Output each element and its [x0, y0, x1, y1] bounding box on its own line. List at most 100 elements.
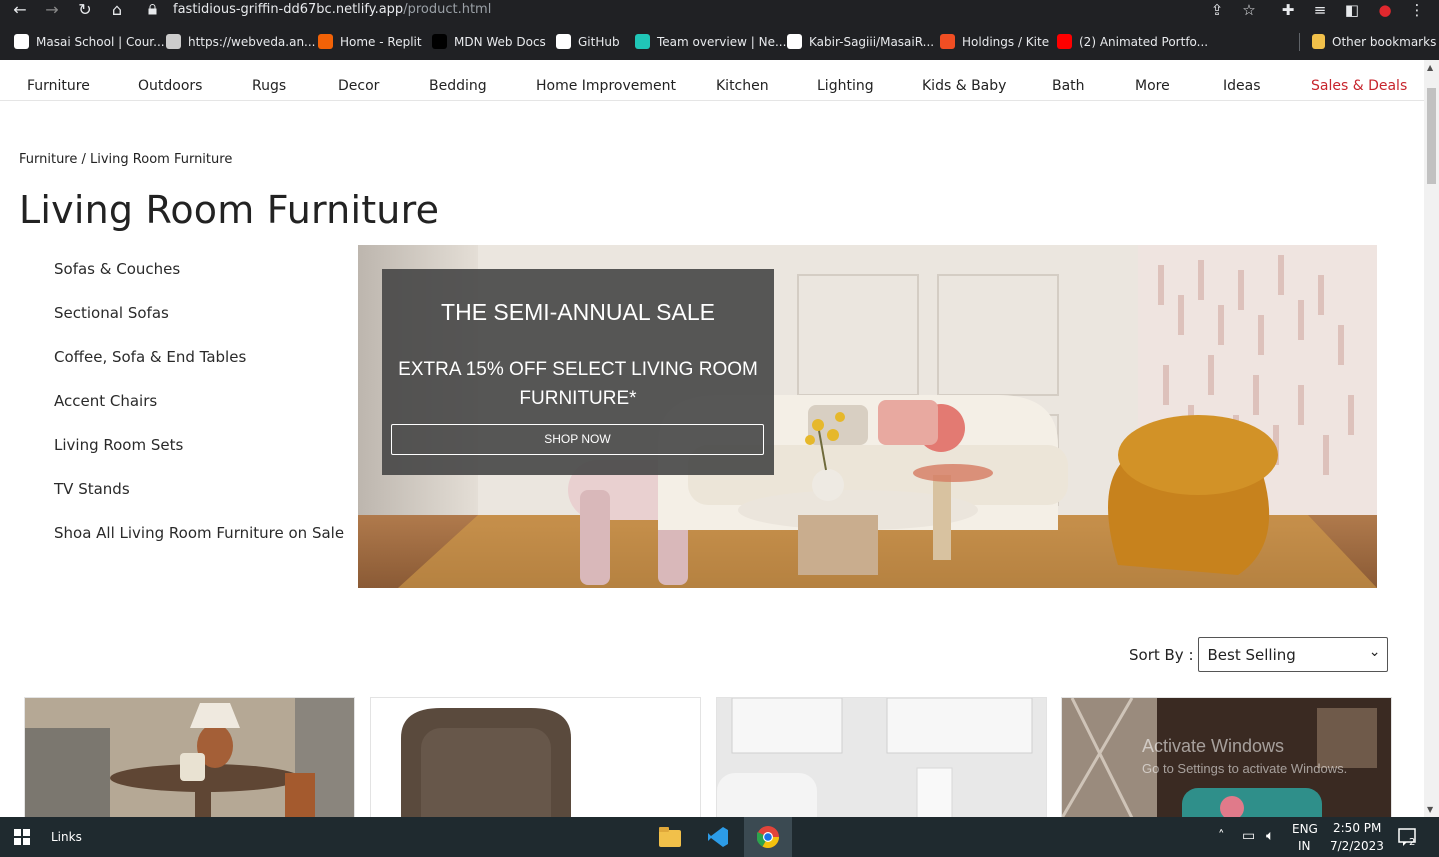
nav-item-more[interactable]: More	[1135, 78, 1170, 94]
links-toolbar-label[interactable]: Links	[51, 830, 82, 844]
scrollbar-thumb[interactable]	[1427, 88, 1436, 184]
scroll-down-arrow-icon[interactable]: ▼	[1427, 805, 1433, 814]
category-link[interactable]: Shoa All Living Room Furniture on Sale	[54, 524, 344, 542]
windows-taskbar: Links ˄ ▭ 🔈︎ ENG IN 2:50 PM 7/2/2023 2	[0, 817, 1439, 857]
scroll-up-arrow-icon[interactable]: ▲	[1427, 63, 1433, 72]
product-image	[371, 698, 700, 817]
product-card[interactable]	[370, 697, 701, 817]
bookmark-favicon-icon	[318, 34, 333, 49]
other-bookmarks-label: Other bookmarks	[1332, 34, 1437, 49]
bookmark-label: GitHub	[578, 34, 620, 49]
nav-item-furniture[interactable]: Furniture	[27, 78, 90, 94]
bookmark-item[interactable]: Kabir-Sagiii/MasaiR...	[787, 34, 934, 49]
sort-select[interactable]: Best Selling ⌄	[1197, 637, 1388, 672]
nav-item-bedding[interactable]: Bedding	[429, 78, 487, 94]
nav-item-kitchen[interactable]: Kitchen	[716, 78, 769, 94]
menu-icon[interactable]: ⋮	[1406, 1, 1428, 19]
nav-item-outdoors[interactable]: Outdoors	[138, 78, 202, 94]
page-scrollbar[interactable]: ▲ ▼	[1424, 60, 1439, 817]
other-bookmarks[interactable]: Other bookmarks	[1312, 34, 1436, 49]
category-link[interactable]: TV Stands	[54, 480, 130, 498]
home-icon[interactable]: ⌂	[107, 1, 127, 19]
windows-start-icon[interactable]	[14, 829, 30, 845]
bookmark-item[interactable]: MDN Web Docs	[432, 34, 546, 49]
activate-windows-watermark: Activate Windows Go to Settings to activ…	[1142, 736, 1347, 776]
category-link[interactable]: Sectional Sofas	[54, 304, 169, 322]
network-icon[interactable]: ▭	[1242, 828, 1255, 844]
nav-item-home-improvement[interactable]: Home Improvement	[536, 78, 676, 94]
back-icon[interactable]: ←	[10, 1, 30, 19]
bookmark-label: Home - Replit	[340, 34, 422, 49]
bookmark-item[interactable]: Masai School | Cour...	[14, 34, 165, 49]
bookmark-favicon-icon	[940, 34, 955, 49]
extensions-icon[interactable]: ✚	[1277, 1, 1299, 19]
shop-now-button[interactable]: SHOP NOW	[391, 424, 764, 455]
bookmark-item[interactable]: Team overview | Ne...	[635, 34, 786, 49]
nav-item-bath[interactable]: Bath	[1052, 78, 1085, 94]
language-indicator[interactable]: ENG	[1292, 822, 1318, 836]
bookmark-label: MDN Web Docs	[454, 34, 546, 49]
bookmark-label: Team overview | Ne...	[657, 34, 787, 49]
product-image	[717, 698, 1046, 817]
category-link[interactable]: Living Room Sets	[54, 436, 183, 454]
bookmark-item[interactable]: GitHub	[556, 34, 620, 49]
breadcrumb[interactable]: Furniture / Living Room Furniture	[19, 152, 232, 167]
chrome-taskbar-slot[interactable]	[744, 817, 792, 857]
star-icon[interactable]: ☆	[1238, 1, 1260, 19]
bookmark-favicon-icon	[1057, 34, 1072, 49]
promo-subline: EXTRA 15% OFF SELECT LIVING ROOM FURNITU…	[398, 359, 758, 409]
bookmark-item[interactable]: (2) Animated Portfo...	[1057, 34, 1208, 49]
bookmark-item[interactable]: Holdings / Kite	[940, 34, 1049, 49]
bookmark-label: (2) Animated Portfo...	[1079, 34, 1209, 49]
nav-item-decor[interactable]: Decor	[338, 78, 379, 94]
nav-item-sales-deals[interactable]: Sales & Deals	[1311, 78, 1407, 94]
bookmarks-divider	[1299, 33, 1300, 51]
vscode-icon[interactable]	[707, 826, 729, 848]
file-explorer-icon[interactable]	[659, 827, 681, 847]
url-text: fastidious-griffin-dd67bc.netlify.app/pr…	[173, 2, 491, 17]
clock-date: 7/2/2023	[1330, 839, 1384, 853]
category-link[interactable]: Coffee, Sofa & End Tables	[54, 348, 246, 366]
region-indicator: IN	[1298, 839, 1311, 853]
side-panel-icon[interactable]: ◧	[1341, 1, 1363, 19]
reading-list-icon[interactable]: ≡	[1309, 1, 1331, 19]
reload-icon[interactable]: ↻	[75, 1, 95, 19]
bookmark-label: Masai School | Cour...	[36, 34, 165, 49]
bookmark-favicon-icon	[556, 34, 571, 49]
watermark-title: Activate Windows	[1142, 736, 1285, 756]
chevron-up-icon[interactable]: ˄	[1218, 829, 1225, 844]
nav-item-ideas[interactable]: Ideas	[1223, 78, 1261, 94]
folder-icon	[1312, 34, 1325, 49]
clock-time[interactable]: 2:50 PM	[1333, 821, 1381, 835]
product-card[interactable]	[716, 697, 1047, 817]
sort-selected-value: Best Selling	[1207, 646, 1296, 664]
bookmark-label: Holdings / Kite	[962, 34, 1050, 49]
bookmark-item[interactable]: https://webveda.an...	[166, 34, 316, 49]
nav-item-lighting[interactable]: Lighting	[817, 78, 874, 94]
category-link[interactable]: Accent Chairs	[54, 392, 157, 410]
promo-headline: THE SEMI-ANNUAL SALE	[441, 299, 715, 325]
bookmark-favicon-icon	[635, 34, 650, 49]
lock-icon	[148, 4, 157, 15]
chrome-icon	[757, 826, 779, 848]
forward-icon[interactable]: →	[42, 1, 62, 19]
share-icon[interactable]: ⇪	[1206, 1, 1228, 19]
notification-count: 2	[1409, 837, 1416, 848]
nav-item-rugs[interactable]: Rugs	[252, 78, 286, 94]
profile-icon[interactable]: ●	[1374, 1, 1396, 19]
category-link[interactable]: Sofas & Couches	[54, 260, 180, 278]
category-nav: Furniture Outdoors Rugs Decor Bedding Home Im…	[0, 60, 1424, 101]
nav-item-kids-baby[interactable]: Kids & Baby	[922, 78, 1006, 94]
product-card[interactable]	[24, 697, 355, 817]
bookmark-favicon-icon	[432, 34, 447, 49]
bookmark-item[interactable]: Home - Replit	[318, 34, 422, 49]
bookmark-label: https://webveda.an...	[188, 34, 316, 49]
bookmark-favicon-icon	[14, 34, 29, 49]
bookmark-favicon-icon	[166, 34, 181, 49]
address-bar[interactable]: fastidious-griffin-dd67bc.netlify.app/pr…	[140, 0, 1270, 22]
bookmarks-bar: Masai School | Cour... https://webveda.an…	[0, 22, 1439, 60]
watermark-subtitle: Go to Settings to activate Windows.	[1142, 761, 1348, 776]
browser-toolbar: ← → ↻ ⌂ fastidious-griffin-dd67bc.netlif…	[0, 0, 1439, 22]
volume-icon[interactable]: 🔈︎	[1266, 828, 1274, 844]
web-page: Furniture Outdoors Rugs Decor Bedding Home Im…	[0, 60, 1424, 817]
